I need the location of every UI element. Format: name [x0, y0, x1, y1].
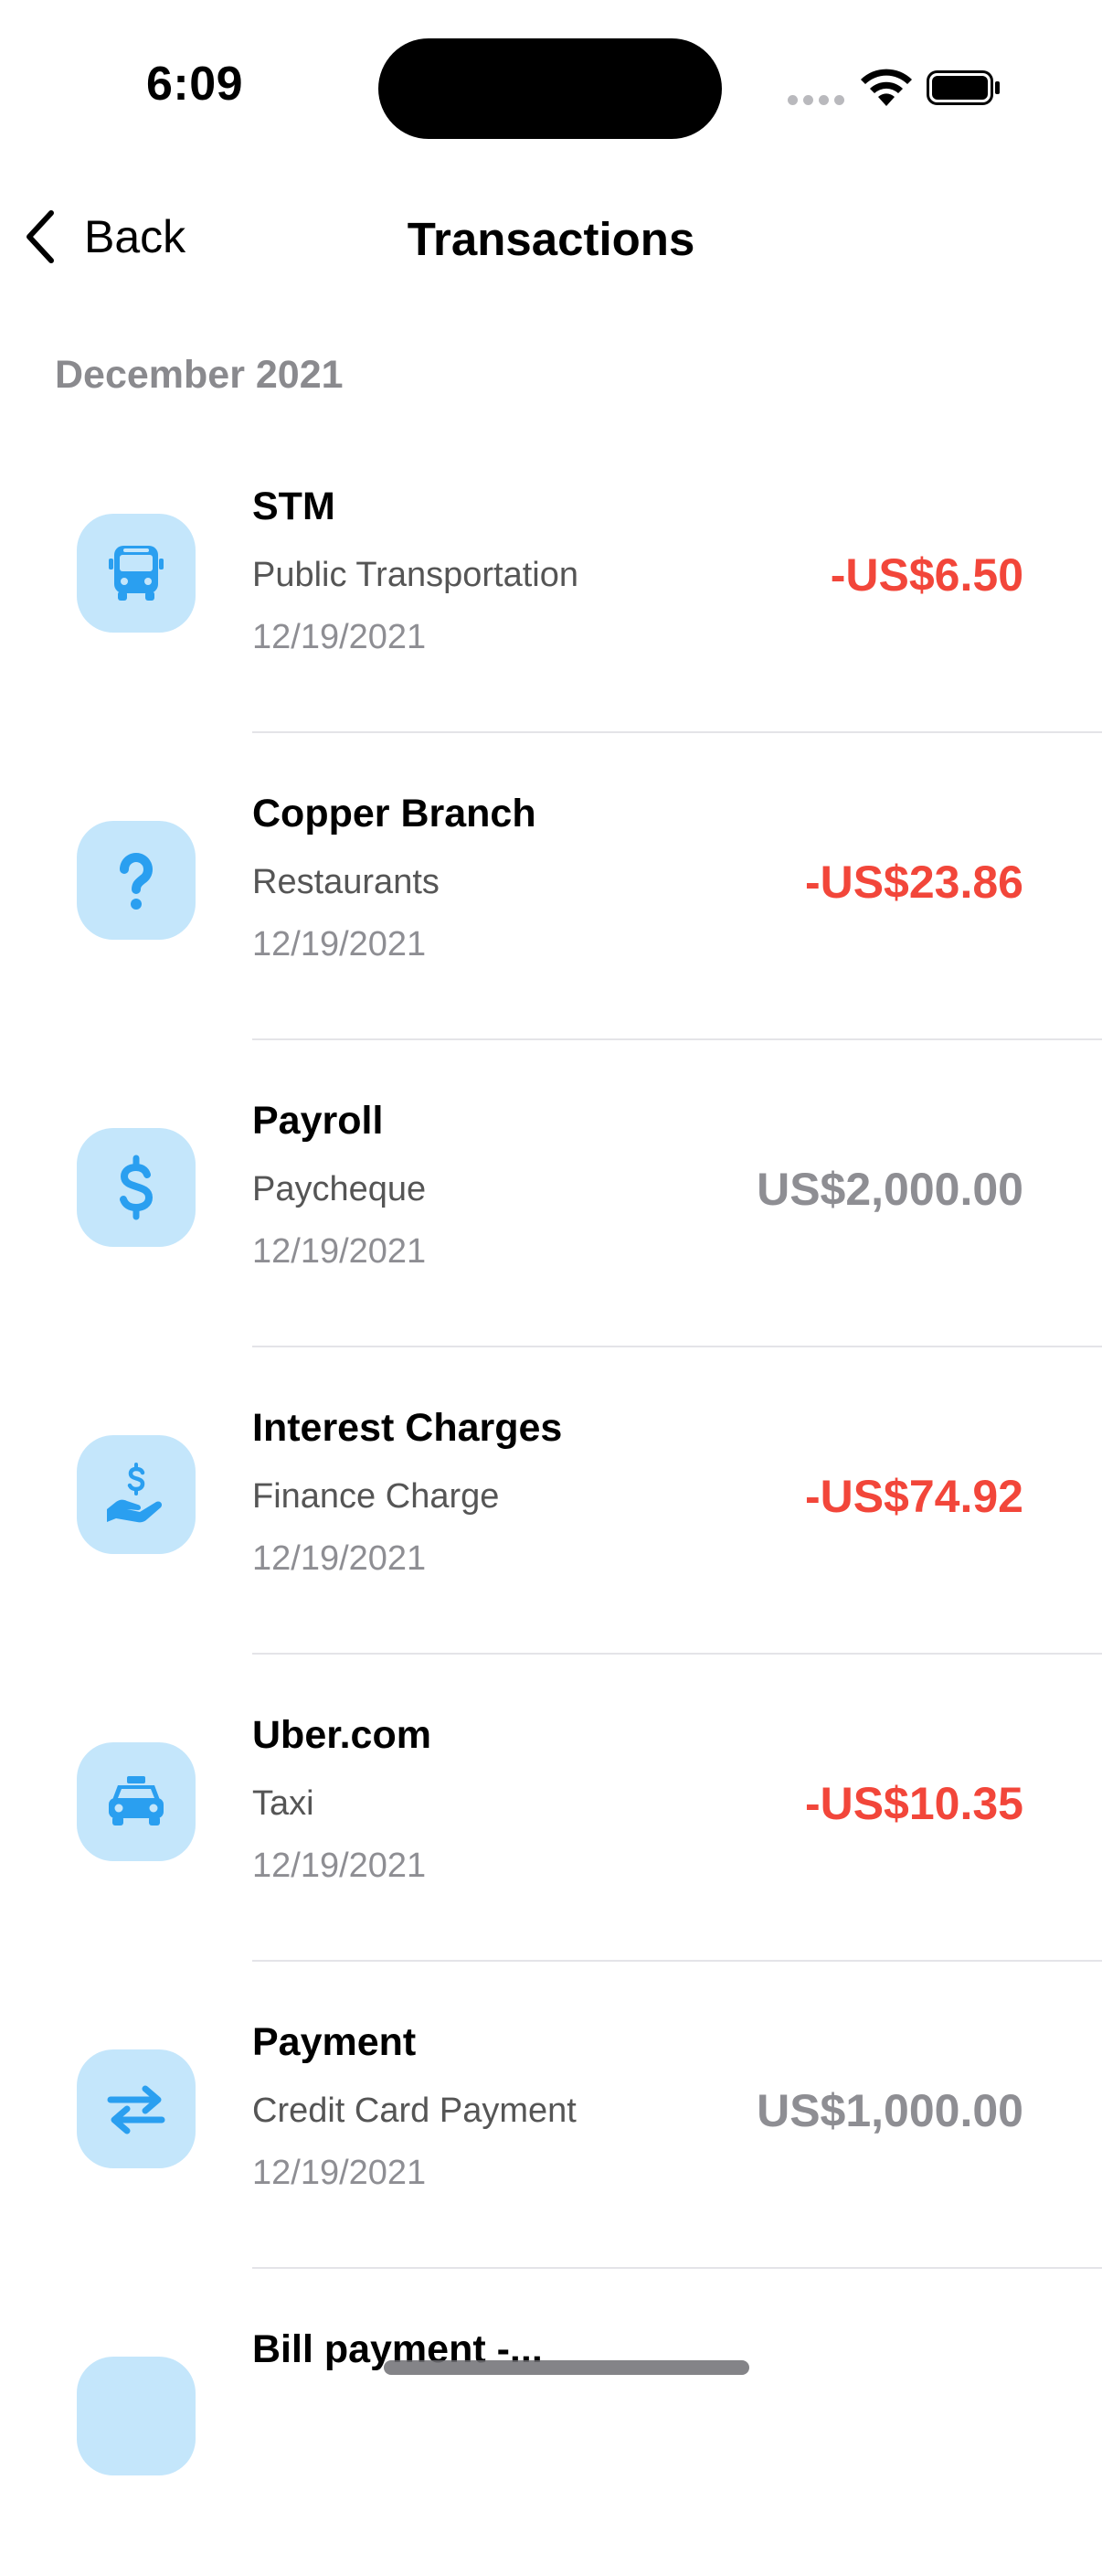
section-header-month: December 2021: [55, 353, 344, 397]
transaction-merchant: STM: [252, 484, 335, 528]
transaction-amount: -US$6.50: [830, 549, 1023, 601]
transaction-category: Taxi: [252, 1784, 314, 1823]
bus-icon: [109, 546, 164, 601]
transaction-date: 12/19/2021: [252, 2154, 427, 2192]
category-icon-tile: [77, 1742, 196, 1861]
transaction-row[interactable]: STM Public Transportation 12/19/2021 -US…: [0, 426, 1102, 733]
transaction-row[interactable]: Payroll Paycheque 12/19/2021 US$2,000.00: [0, 1040, 1102, 1347]
transfer-arrows-icon: [107, 2085, 165, 2134]
transaction-row[interactable]: Payment Credit Card Payment 12/19/2021 U…: [0, 1962, 1102, 2269]
transactions-list: STM Public Transportation 12/19/2021 -US…: [0, 426, 1102, 2576]
navigation-bar: Back Transactions: [0, 174, 1102, 311]
dynamic-island: [378, 38, 722, 139]
category-icon-tile: [77, 821, 196, 940]
transaction-category: Paycheque: [252, 1170, 427, 1208]
category-icon-tile: [77, 514, 196, 633]
transaction-merchant: Uber.com: [252, 1713, 431, 1757]
page-title: Transactions: [407, 213, 695, 265]
transaction-amount: US$2,000.00: [757, 1164, 1023, 1215]
transaction-category: Public Transportation: [252, 556, 578, 594]
transaction-date: 12/19/2021: [252, 1232, 427, 1271]
category-icon-tile: [77, 1435, 196, 1554]
transaction-category: Restaurants: [252, 863, 440, 901]
dollar-icon: [120, 1155, 154, 1220]
transaction-amount: -US$10.35: [804, 1778, 1023, 1829]
transaction-merchant: Payroll: [252, 1099, 384, 1143]
hand-dollar-icon: [107, 1463, 163, 1523]
home-indicator[interactable]: [384, 2360, 749, 2375]
transaction-date: 12/19/2021: [252, 1847, 427, 1885]
status-time: 6:09: [146, 58, 244, 111]
transaction-merchant: Interest Charges: [252, 1406, 563, 1450]
transaction-merchant: Payment: [252, 2020, 417, 2064]
transaction-amount: US$1,000.00: [757, 2085, 1023, 2136]
transaction-merchant: Copper Branch: [252, 792, 536, 836]
transaction-amount: -US$74.92: [804, 1471, 1023, 1522]
transaction-row[interactable]: Bill payment -...: [0, 2269, 1102, 2576]
transaction-row[interactable]: Interest Charges Finance Charge 12/19/20…: [0, 1347, 1102, 1655]
category-icon-tile: [77, 2357, 196, 2475]
category-icon-tile: [77, 1128, 196, 1247]
taxi-icon: [109, 1776, 164, 1826]
category-icon-tile: [77, 2049, 196, 2168]
transaction-row[interactable]: Uber.com Taxi 12/19/2021 -US$10.35: [0, 1655, 1102, 1962]
cellular-signal-icon: [788, 95, 844, 105]
transaction-row[interactable]: Copper Branch Restaurants 12/19/2021 -US…: [0, 733, 1102, 1040]
transaction-date: 12/19/2021: [252, 925, 427, 963]
question-icon: [120, 853, 153, 910]
wifi-icon: [861, 69, 912, 106]
transaction-category: Finance Charge: [252, 1477, 500, 1516]
status-bar: 6:09: [0, 0, 1102, 174]
transaction-date: 12/19/2021: [252, 618, 427, 656]
transaction-amount: -US$23.86: [804, 857, 1023, 908]
battery-icon: [927, 70, 1000, 105]
transaction-category: Credit Card Payment: [252, 2092, 577, 2130]
transaction-date: 12/19/2021: [252, 1539, 427, 1578]
